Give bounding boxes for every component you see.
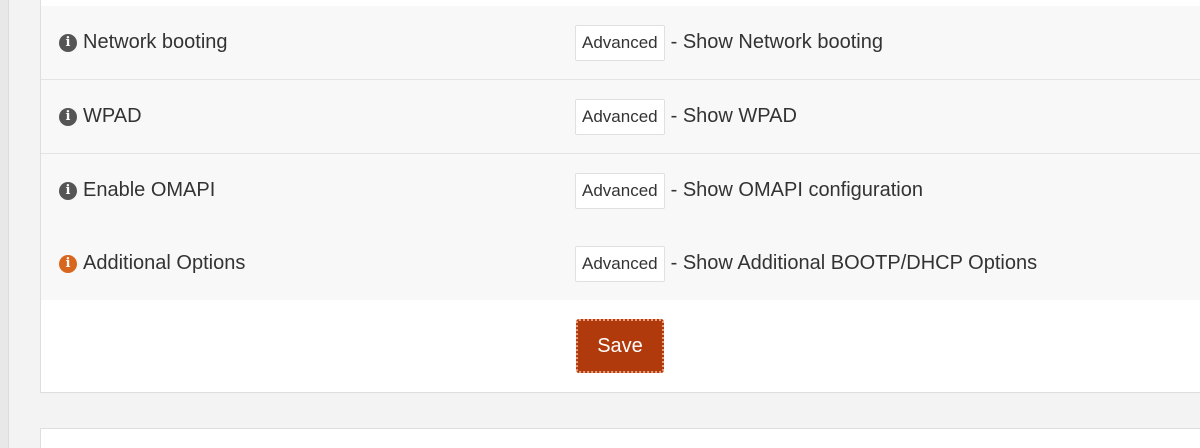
next-panel	[40, 428, 1200, 448]
info-icon[interactable]: i	[59, 33, 77, 52]
advanced-button[interactable]: Advanced	[575, 172, 665, 209]
row-enable-omapi: i Enable OMAPI Advanced - Show OMAPI con…	[41, 154, 1200, 228]
info-icon[interactable]: i	[59, 107, 77, 126]
advanced-button[interactable]: Advanced	[575, 24, 665, 61]
info-icon[interactable]: i	[59, 254, 77, 273]
row-label-text: Network booting	[83, 31, 228, 53]
row-label: i Network booting	[59, 6, 228, 79]
row-label-text: Enable OMAPI	[83, 179, 216, 201]
row-label: i WPAD	[59, 80, 142, 153]
save-area: Save	[41, 300, 1200, 392]
row-description: - Show OMAPI configuration	[670, 179, 923, 201]
left-gutter	[0, 0, 9, 448]
save-button[interactable]: Save	[576, 319, 664, 373]
row-label-text: WPAD	[83, 105, 142, 127]
row-label: i Additional Options	[59, 227, 245, 300]
page: i Network booting Advanced - Show Networ…	[0, 0, 1200, 448]
row-additional-options: i Additional Options Advanced - Show Add…	[41, 227, 1200, 301]
settings-panel: i Network booting Advanced - Show Networ…	[40, 0, 1200, 393]
row-control: Advanced - Show WPAD	[575, 80, 797, 153]
row-description: - Show Network booting	[670, 31, 883, 53]
advanced-button[interactable]: Advanced	[575, 245, 665, 282]
info-icon[interactable]: i	[59, 181, 77, 200]
row-control: Advanced - Show OMAPI configuration	[575, 154, 923, 227]
row-label: i Enable OMAPI	[59, 154, 215, 227]
row-wpad: i WPAD Advanced - Show WPAD	[41, 80, 1200, 154]
row-network-booting: i Network booting Advanced - Show Networ…	[41, 6, 1200, 80]
row-control: Advanced - Show Network booting	[575, 6, 883, 79]
advanced-button[interactable]: Advanced	[575, 98, 665, 135]
row-label-text: Additional Options	[83, 252, 246, 274]
row-description: - Show WPAD	[670, 105, 797, 127]
row-description: - Show Additional BOOTP/DHCP Options	[670, 252, 1038, 274]
row-control: Advanced - Show Additional BOOTP/DHCP Op…	[575, 227, 1037, 300]
